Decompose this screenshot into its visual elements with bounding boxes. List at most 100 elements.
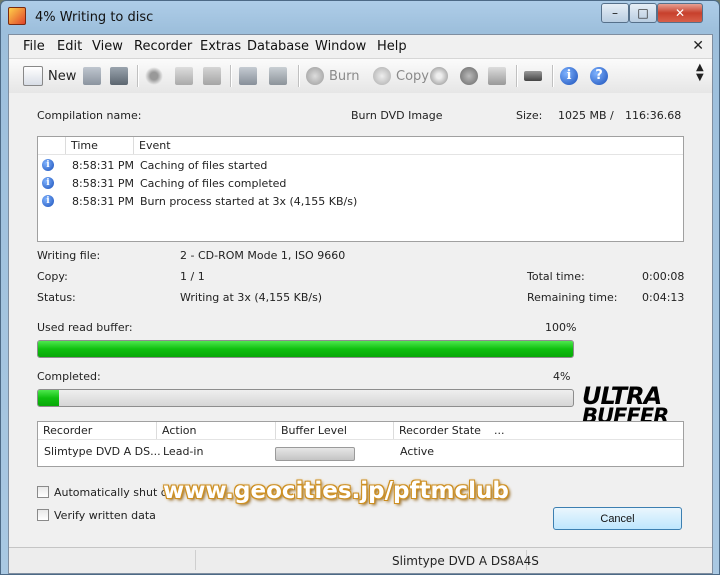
menu-help[interactable]: Help xyxy=(377,39,407,54)
burn-icon xyxy=(306,67,324,85)
size-label: Size: xyxy=(516,109,543,122)
completed-label: Completed: xyxy=(37,370,101,383)
completed-progress-bar xyxy=(37,389,574,407)
recorder-table[interactable]: Recorder Action Buffer Level Recorder St… xyxy=(37,421,684,467)
drive-icon xyxy=(488,67,506,85)
disc-info-icon xyxy=(430,67,448,85)
burn-label: Burn xyxy=(329,68,360,84)
window-title: 4% Writing to disc xyxy=(35,10,154,25)
logo-line1: ULTRA xyxy=(582,382,662,410)
recorder-header-divider xyxy=(38,439,683,440)
recorder-name: Slimtype DVD A DS... xyxy=(44,445,161,458)
toolbar-overflow-icon[interactable]: ▲ ▼ xyxy=(696,63,704,85)
recorder-state: Active xyxy=(400,445,435,458)
paste-button[interactable] xyxy=(203,65,226,87)
more-columns-header[interactable]: ... xyxy=(489,422,513,439)
remaining-time-value: 0:04:13 xyxy=(642,291,685,304)
info-icon: i xyxy=(42,159,54,171)
menu-view[interactable]: View xyxy=(92,39,123,54)
toolbar-separator xyxy=(230,65,232,87)
about-button[interactable]: i xyxy=(560,65,583,87)
read-buffer-label: Used read buffer: xyxy=(37,321,133,334)
eject-button[interactable] xyxy=(460,65,483,87)
disc-info-button[interactable] xyxy=(430,65,453,87)
status-bar-cell: Slimtype DVD A DS8A4S xyxy=(195,550,539,570)
log-row[interactable]: i 8:58:31 PM Caching of files started xyxy=(38,157,683,175)
log-column-event[interactable]: Event xyxy=(134,137,682,154)
event-log-list[interactable]: Time Event i 8:58:31 PM Caching of files… xyxy=(37,136,684,242)
compilation-name-value: Burn DVD Image xyxy=(351,109,443,122)
read-buffer-percent: 100% xyxy=(545,321,577,334)
eject-icon xyxy=(460,67,478,85)
log-event: Caching of files started xyxy=(140,159,268,172)
log-event: Burn process started at 3x (4,155 KB/s) xyxy=(140,195,358,208)
save-disk-icon xyxy=(110,67,128,85)
new-button[interactable]: New xyxy=(23,65,76,87)
recorder-button[interactable] xyxy=(524,65,547,87)
copy-disc-label: Copy xyxy=(396,68,429,84)
log-time: 8:58:31 PM xyxy=(72,159,135,172)
cancel-button[interactable]: Cancel xyxy=(553,507,682,530)
watermark-text: www.geocities.jp/pftmclub xyxy=(163,478,509,504)
copy-label: Copy: xyxy=(37,270,68,283)
recorder-column-header[interactable]: Recorder xyxy=(38,422,157,439)
nero-app-icon xyxy=(8,7,26,25)
menu-edit[interactable]: Edit xyxy=(57,39,82,54)
status-bar: Slimtype DVD A DS8A4S xyxy=(9,547,712,573)
size-time-value: 116:36.68 xyxy=(625,109,682,122)
verify-data-label: Verify written data xyxy=(54,509,156,522)
menu-extras[interactable]: Extras xyxy=(200,39,241,54)
log-row[interactable]: i 8:58:31 PM Caching of files completed xyxy=(38,175,683,193)
wizard-button[interactable] xyxy=(269,65,292,87)
properties-button[interactable] xyxy=(239,65,262,87)
menu-file[interactable]: File xyxy=(23,39,45,54)
scissors-icon xyxy=(145,67,163,85)
log-icon-column-header[interactable] xyxy=(38,137,66,154)
save-button[interactable] xyxy=(110,65,133,87)
status-value: Writing at 3x (4,155 KB/s) xyxy=(180,291,323,304)
buffer-level-column-header[interactable]: Buffer Level xyxy=(276,422,394,439)
log-time: 8:58:31 PM xyxy=(72,195,135,208)
read-buffer-bar-fill xyxy=(38,341,573,357)
compilation-name-label: Compilation name: xyxy=(37,109,142,122)
drive-info-button[interactable] xyxy=(488,65,511,87)
writing-file-label: Writing file: xyxy=(37,249,101,262)
copy-files-button[interactable] xyxy=(175,65,198,87)
size-mb-value: 1025 MB xyxy=(558,109,607,122)
log-row[interactable]: i 8:58:31 PM Burn process started at 3x … xyxy=(38,193,683,211)
action-column-header[interactable]: Action xyxy=(157,422,276,439)
menu-window[interactable]: Window xyxy=(315,39,366,54)
info-icon: i xyxy=(42,195,54,207)
completed-progress-fill xyxy=(38,390,60,406)
size-separator: / xyxy=(610,109,614,122)
menu-database[interactable]: Database xyxy=(247,39,309,54)
new-label: New xyxy=(48,68,77,84)
total-time-value: 0:00:08 xyxy=(642,270,685,283)
open-icon xyxy=(83,67,101,85)
total-time-label: Total time: xyxy=(527,270,585,283)
remaining-time-label: Remaining time: xyxy=(527,291,618,304)
recorder-icon xyxy=(524,71,542,81)
menu-recorder[interactable]: Recorder xyxy=(134,39,192,54)
copy-icon xyxy=(175,67,193,85)
status-bar-device: Slimtype DVD A DS8A4S xyxy=(392,554,539,568)
compilation-properties-icon xyxy=(239,67,257,85)
mdi-close-icon[interactable]: ✕ xyxy=(692,38,704,54)
log-column-time[interactable]: Time xyxy=(66,137,134,154)
recorder-row[interactable]: Slimtype DVD A DS... Lead-in Active xyxy=(38,444,683,462)
toolbar-separator xyxy=(298,65,300,87)
close-button[interactable]: ✕ xyxy=(657,3,703,23)
copy-disc-button[interactable]: Copy xyxy=(373,65,429,87)
writing-file-value: 2 - CD-ROM Mode 1, ISO 9660 xyxy=(180,249,346,262)
paste-icon xyxy=(203,67,221,85)
open-button[interactable] xyxy=(83,65,106,87)
minimize-button[interactable]: – xyxy=(601,3,629,23)
cut-button[interactable] xyxy=(145,65,168,87)
buffer-level-bar xyxy=(275,447,355,461)
verify-data-checkbox[interactable] xyxy=(37,509,49,521)
title-bar[interactable]: 4% Writing to disc – □ ✕ xyxy=(1,1,719,33)
help-button[interactable]: ? xyxy=(590,65,613,87)
burn-button[interactable]: Burn xyxy=(306,65,360,87)
auto-shutdown-checkbox[interactable] xyxy=(37,486,49,498)
maximize-button[interactable]: □ xyxy=(629,3,657,23)
